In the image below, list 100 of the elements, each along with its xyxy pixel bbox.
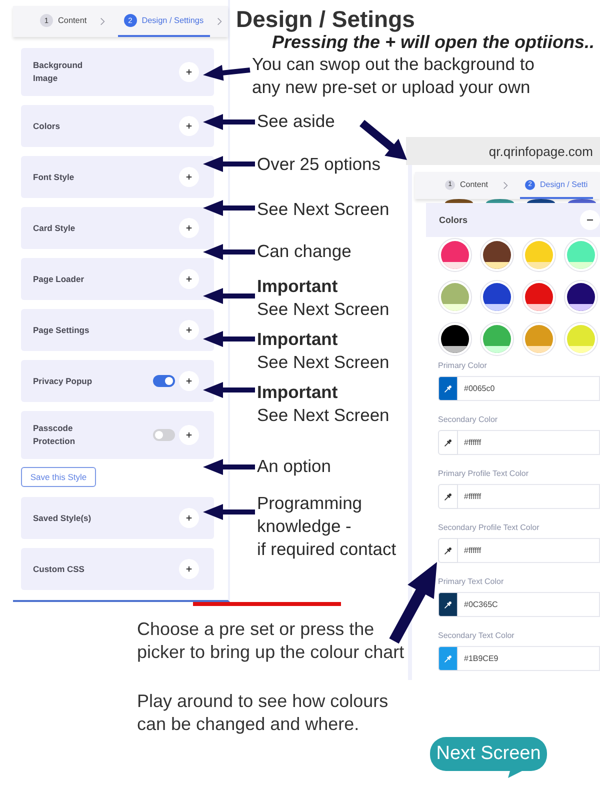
color-swatch-icon[interactable] [438,322,472,356]
minus-icon [587,219,593,221]
expand-button[interactable] [179,116,199,136]
section-label: Card Style [33,222,76,234]
plus-icon [186,432,192,438]
section-label: Font Style [33,170,74,184]
color-swatch-icon[interactable] [438,280,472,314]
plus-icon [186,174,192,180]
callout-text: Can change [257,240,352,263]
pointer-arrow [203,288,255,304]
eyedropper-icon [444,492,452,500]
field-label: Secondary Color [438,415,499,425]
note-text: Choose a pre set or press the picker to bring up the colour chart [137,618,404,664]
pointer-arrow [203,504,255,520]
toggle-switch[interactable] [153,429,175,441]
section-label: Background Image [33,59,84,85]
plus-icon [186,378,192,384]
chevron-icon [216,17,222,26]
pointer-arrow [203,156,255,172]
section-label: Colors [33,120,60,132]
color-swatch-icon[interactable] [527,199,555,203]
callout-heading: Important [257,275,339,298]
page-subtitle: Pressing the + will open the optiions.. [272,32,595,53]
section-title: Colors [439,215,468,225]
pointer-arrow [203,200,255,216]
page-title: Design / Setings [236,5,415,33]
color-picker-button[interactable] [438,430,458,455]
color-input-field[interactable]: #1B9CE9 [458,646,600,671]
color-picker-button[interactable] [438,538,458,563]
expand-button[interactable] [179,425,199,445]
plus-icon [186,327,192,333]
field-label: Primary Text Color [438,577,505,587]
color-swatch-icon[interactable] [564,280,598,314]
callout-text: See Next Screen [257,351,390,374]
eyedropper-icon [444,438,452,446]
color-swatch-icon[interactable] [480,280,514,314]
callout-text: See aside [257,110,335,133]
plus-icon [186,123,192,129]
pointer-arrow [203,64,250,81]
plus-icon [186,276,192,282]
callout-text: Over 25 options [257,153,381,176]
eyedropper-icon [444,546,452,554]
color-swatch-icon[interactable] [480,322,514,356]
callout-text: You can swop out the background to any new pre-set or upload your own [252,53,534,99]
expand-button[interactable] [179,508,199,528]
section-label: Page Loader [33,272,84,286]
color-swatch-icon[interactable] [480,238,514,272]
color-input-field[interactable]: #ffffff [458,484,600,509]
callout-text: An option [257,455,331,478]
color-swatch-icon[interactable] [564,322,598,356]
color-picker-button[interactable] [438,376,458,401]
eyedropper-icon [444,600,452,608]
section-label: Saved Style(s) [33,512,92,524]
pointer-arrow [203,114,255,130]
color-swatch-icon[interactable] [522,238,556,272]
color-swatch-icon[interactable] [568,199,596,203]
color-input-field[interactable]: #0C365C [458,592,600,617]
expand-button[interactable] [179,559,199,579]
color-picker-button[interactable] [438,592,458,617]
callout-text: See Next Screen [257,298,390,321]
section-label: Custom CSS [33,562,84,576]
color-swatch-icon[interactable] [564,238,598,272]
callout-heading: Important [257,381,339,404]
color-swatch-icon[interactable] [438,238,472,272]
color-swatch-icon[interactable] [522,322,556,356]
pointer-arrow [203,331,255,347]
color-input-field[interactable]: #0065c0 [458,376,600,401]
chevron-icon [503,181,508,190]
plus-icon [186,225,192,231]
callout-text: See Next Screen [257,198,390,221]
toggle-switch[interactable] [153,375,175,387]
field-label: Secondary Profile Text Color [438,523,540,533]
color-swatch-icon[interactable] [445,199,473,203]
chevron-icon [100,17,105,26]
expand-button[interactable] [179,167,199,187]
section-header[interactable]: Colors [426,203,600,237]
pointer-arrow [203,382,255,398]
pointer-arrow [203,459,255,475]
note-text: Play around to see how colours can be changed and where. [137,690,388,736]
section-label: Passcode Protection [33,422,76,448]
expand-button[interactable] [179,62,199,82]
color-swatch-icon[interactable] [486,199,514,203]
expand-button[interactable] [179,269,199,289]
section-label: Page Settings [33,324,90,336]
eyedropper-icon [444,654,452,662]
expand-button[interactable] [179,218,199,238]
expand-button[interactable] [179,320,199,340]
eyedropper-icon [444,384,452,392]
plus-icon [186,69,192,75]
color-picker-button[interactable] [438,484,458,509]
color-swatch-icon[interactable] [522,280,556,314]
color-picker-button[interactable] [438,646,458,671]
save-style-button[interactable]: Save this Style [21,467,96,487]
address-bar: qr.qrinfopage.com [406,137,600,165]
color-input-field[interactable]: #ffffff [458,538,600,563]
color-input-field[interactable]: #ffffff [458,430,600,455]
field-label: Primary Color [438,361,488,371]
callout-text: Programming knowledge - if required contact [257,492,396,561]
expand-button[interactable] [179,371,199,391]
plus-icon [186,515,192,521]
